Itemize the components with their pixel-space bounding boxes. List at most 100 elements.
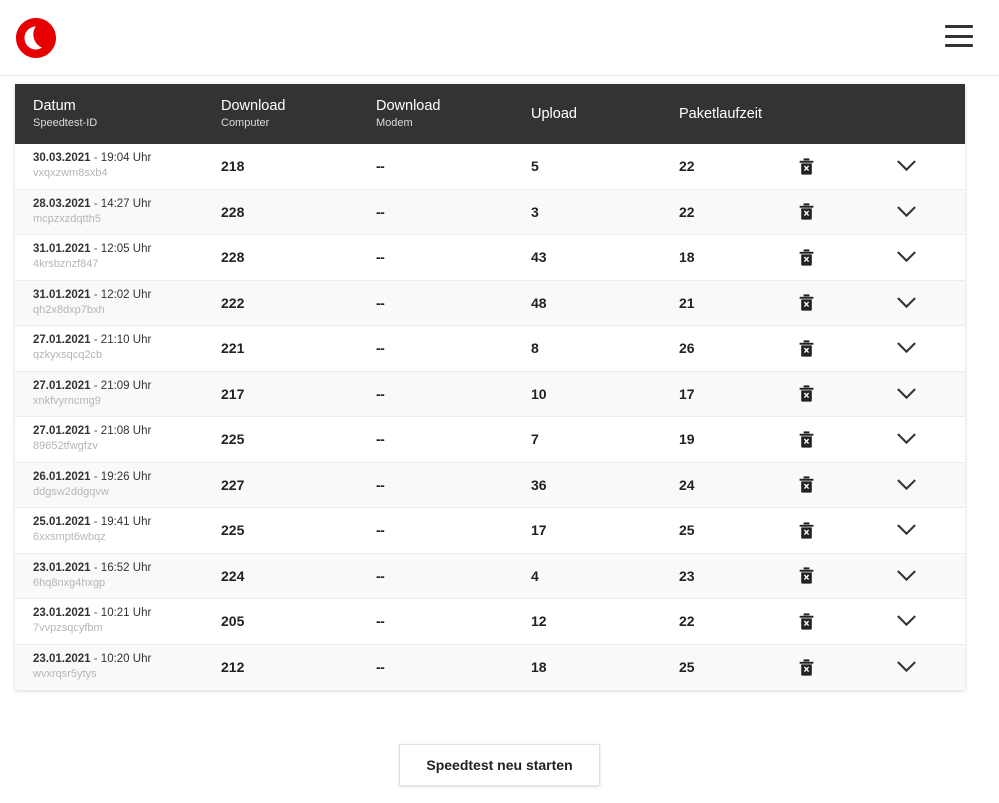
delete-icon[interactable] [799, 476, 814, 493]
cell-download-computer: 217 [221, 385, 245, 402]
cell-datum: 25.01.2021 - 19:41 Uhr 6xxsmpt6wbqz [33, 515, 221, 545]
row-speedtest-id: vxqxzwm8sxb4 [33, 167, 108, 180]
table-row[interactable]: 30.03.2021 - 19:04 Uhr vxqxzwm8sxb4 218 -- 5… [15, 144, 965, 190]
cell-datum: 23.01.2021 - 16:52 Uhr 6hq8nxg4hxgp [33, 561, 221, 591]
row-date-separator: - [90, 607, 101, 620]
delete-icon[interactable] [799, 522, 814, 539]
chevron-down-icon[interactable] [897, 206, 916, 218]
row-speedtest-id: 6hq8nxg4hxgp [33, 576, 106, 589]
row-time-value: 19:04 Uhr [100, 152, 152, 165]
delete-icon[interactable] [799, 203, 814, 220]
cell-delete [799, 613, 897, 630]
cell-expand [897, 297, 967, 309]
column-header-datum: Datum Speedtest-ID [33, 97, 221, 131]
cell-download-modem: -- [376, 522, 385, 539]
row-time-value: 12:05 Uhr [100, 243, 152, 256]
row-date-separator: - [90, 243, 101, 256]
chevron-down-icon[interactable] [897, 615, 916, 627]
cell-paketlaufzeit: 24 [679, 476, 695, 493]
cell-delete [799, 249, 897, 266]
table-row[interactable]: 27.01.2021 - 21:10 Uhr qzkyxsqcq2cb 221 -- 8… [15, 326, 965, 372]
row-date-value: 31.01.2021 [33, 243, 91, 256]
table-row[interactable]: 23.01.2021 - 16:52 Uhr 6hq8nxg4hxgp 224 -- 4… [15, 553, 965, 599]
chevron-down-icon[interactable] [897, 479, 916, 491]
cell-download-computer: 205 [221, 613, 245, 630]
row-date-separator: - [90, 516, 101, 529]
cell-download-modem: -- [376, 613, 385, 630]
table-row[interactable]: 31.01.2021 - 12:05 Uhr 4krsbznzf847 228 -- 4… [15, 235, 965, 281]
chevron-down-icon[interactable] [897, 160, 916, 172]
footer: Speedtest neu starten [0, 744, 999, 786]
delete-icon[interactable] [799, 340, 814, 357]
row-date: 23.01.2021 - 10:21 Uhr [33, 606, 221, 621]
row-date-value: 23.01.2021 [33, 561, 91, 574]
row-date: 27.01.2021 - 21:09 Uhr [33, 379, 221, 394]
delete-icon[interactable] [799, 567, 814, 584]
cell-download-computer: 221 [221, 340, 245, 357]
row-time-value: 21:10 Uhr [100, 334, 152, 347]
delete-icon[interactable] [799, 613, 814, 630]
chevron-down-icon[interactable] [897, 342, 916, 354]
table-row[interactable]: 31.01.2021 - 12:02 Uhr qh2x8dxp7bxh 222 -- 4… [15, 280, 967, 326]
cell-download-modem: -- [376, 659, 385, 676]
table-row[interactable]: 23.01.2021 - 10:21 Uhr 7vvpzsqcyfbm 205 -- 1… [15, 599, 965, 645]
delete-icon[interactable] [799, 385, 814, 402]
cell-paketlaufzeit: 22 [679, 203, 695, 220]
hamburger-menu-icon[interactable] [945, 25, 973, 47]
chevron-down-icon[interactable] [897, 661, 916, 673]
row-time-value: 12:02 Uhr [100, 288, 152, 301]
chevron-down-icon[interactable] [897, 524, 916, 536]
vodafone-logo[interactable] [10, 12, 62, 64]
cell-download-computer: 218 [221, 158, 245, 175]
delete-icon[interactable] [799, 249, 814, 266]
cell-download-computer: 228 [221, 249, 245, 266]
restart-speedtest-button[interactable]: Speedtest neu starten [399, 744, 600, 786]
column-header-download-modem: Download Modem [376, 97, 531, 131]
row-date-value: 26.01.2021 [33, 470, 91, 483]
top-bar [0, 0, 999, 76]
cell-upload: 3 [531, 203, 539, 220]
delete-icon[interactable] [799, 659, 814, 676]
table-row[interactable]: 25.01.2021 - 19:41 Uhr 6xxsmpt6wbqz 225 -- 1… [15, 508, 965, 554]
table-row[interactable]: 26.01.2021 - 19:26 Uhr ddgsw2ddgqvw 227 -- 3… [15, 462, 967, 508]
table-row[interactable]: 27.01.2021 - 21:08 Uhr 89652tfwgfzv 225 -- 7… [15, 417, 965, 463]
cell-datum: 27.01.2021 - 21:10 Uhr qzkyxsqcq2cb [33, 333, 221, 363]
row-date-separator: - [90, 334, 101, 347]
cell-download-modem: -- [376, 476, 385, 493]
chevron-down-icon[interactable] [897, 570, 916, 582]
chevron-down-icon[interactable] [897, 297, 916, 309]
cell-upload: 12 [531, 613, 547, 630]
column-header-download-computer: Download Computer [221, 97, 376, 131]
row-date-separator: - [90, 152, 101, 165]
cell-paketlaufzeit: 26 [679, 340, 695, 357]
row-date-value: 23.01.2021 [33, 607, 91, 620]
cell-download-modem: -- [376, 385, 385, 402]
cell-datum: 31.01.2021 - 12:02 Uhr qh2x8dxp7bxh [33, 288, 221, 318]
chevron-down-icon[interactable] [897, 251, 916, 263]
chevron-down-icon[interactable] [897, 433, 916, 445]
delete-icon[interactable] [799, 158, 814, 175]
cell-expand [897, 479, 967, 491]
table-row[interactable]: 27.01.2021 - 21:09 Uhr xnkfvyrncmg9 217 -- 1… [15, 371, 965, 417]
cell-delete [799, 385, 897, 402]
cell-download-computer: 228 [221, 203, 245, 220]
cell-expand [897, 615, 967, 627]
cell-download-computer: 225 [221, 522, 245, 539]
cell-delete [799, 294, 897, 311]
hamburger-bar [945, 34, 973, 38]
cell-paketlaufzeit: 25 [679, 659, 695, 676]
cell-download-computer: 224 [221, 567, 245, 584]
row-date-value: 25.01.2021 [33, 516, 91, 529]
table-row[interactable]: 23.01.2021 - 10:20 Uhr wvxrqsr5ytys 212 -- 1… [15, 644, 967, 690]
table-header: Datum Speedtest-ID Download Computer Dow… [15, 84, 965, 144]
row-date-separator: - [90, 470, 101, 483]
delete-icon[interactable] [799, 294, 814, 311]
chevron-down-icon[interactable] [897, 388, 916, 400]
column-header-subtitle: Computer [221, 117, 270, 129]
cell-upload: 7 [531, 431, 539, 448]
table-row[interactable]: 28.03.2021 - 14:27 Uhr mcpzxzdqtth5 228 -- 3… [15, 189, 965, 235]
delete-icon[interactable] [799, 431, 814, 448]
cell-delete [799, 203, 897, 220]
cell-paketlaufzeit: 22 [679, 613, 695, 630]
cell-expand [897, 661, 967, 673]
